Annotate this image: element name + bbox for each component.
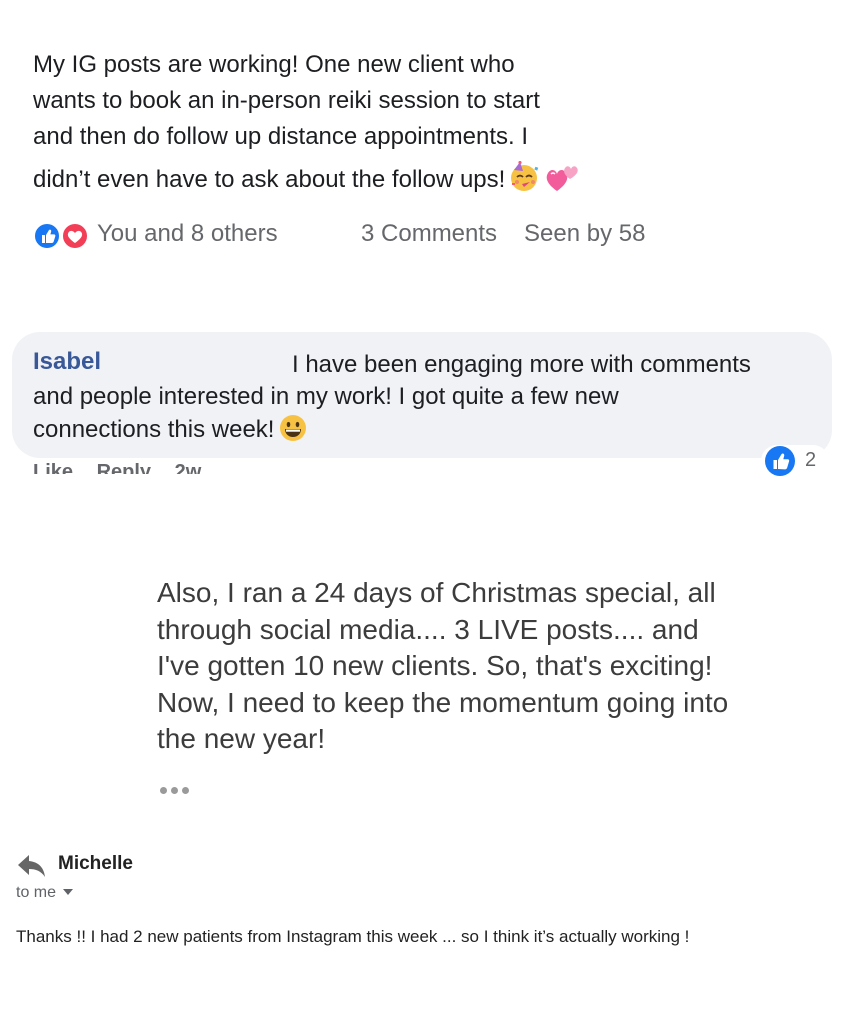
message-line: I've gotten 10 new clients. So, that's e… (157, 650, 713, 682)
post-line: My IG posts are working! One new client … (33, 51, 515, 78)
comment-actions-clip: Like Reply 2w (0, 460, 843, 474)
reactions-summary[interactable] (33, 222, 91, 250)
comment-like-count[interactable]: 2 (761, 445, 829, 477)
comment-line: connections this week! (33, 416, 275, 443)
comments-count[interactable]: 3 Comments (361, 220, 497, 248)
grinning-face-icon (278, 413, 308, 452)
post-line-with-emoji: didn’t even have to ask about the follow… (33, 160, 713, 204)
like-icon (33, 222, 61, 250)
comment-text: I have been engaging more with comments … (33, 349, 823, 452)
post-line: didn’t even have to ask about the follow… (33, 166, 506, 193)
comment-line-with-emoji: connections this week! (33, 413, 823, 452)
message-line: Now, I need to keep the momentum going i… (157, 686, 729, 718)
email-sender[interactable]: Michelle (58, 853, 133, 875)
message-line: through social media.... 3 LIVE posts...… (157, 613, 699, 645)
comment-author[interactable]: Isabel (33, 348, 101, 376)
reply-icon[interactable] (17, 853, 47, 879)
like-link[interactable]: Like (33, 461, 73, 474)
message-line: Also, I ran a 24 days of Christmas speci… (157, 577, 716, 608)
comment-line: and people interested in my work! I got … (33, 383, 619, 410)
comment-actions: Like Reply 2w (33, 461, 219, 474)
seen-by-count[interactable]: Seen by 58 (524, 220, 645, 248)
recipient-label: to me (16, 884, 57, 901)
reply-link[interactable]: Reply (97, 461, 151, 474)
post-text: My IG posts are working! One new client … (33, 47, 713, 204)
comment-timestamp[interactable]: 2w (175, 461, 202, 474)
email-recipient[interactable]: to me (16, 884, 74, 902)
partying-face-icon (509, 160, 541, 204)
like-icon (765, 446, 795, 476)
post-line: wants to book an in-person reiki session… (33, 87, 540, 114)
chevron-down-icon[interactable] (63, 889, 74, 895)
love-icon (61, 222, 89, 250)
two-hearts-icon (545, 163, 579, 204)
comment-line: I have been engaging more with comments (292, 351, 751, 378)
reactions-text[interactable]: You and 8 others (97, 220, 278, 248)
message-line: the new year! (157, 723, 326, 755)
post-line: and then do follow up distance appointme… (33, 123, 528, 150)
more-options-icon[interactable] (158, 785, 192, 795)
like-count: 2 (805, 449, 817, 471)
email-body: Thanks !! I had 2 new patients from Inst… (16, 927, 690, 946)
message-text: Also, I ran a 24 days of Christmas speci… (157, 575, 817, 758)
